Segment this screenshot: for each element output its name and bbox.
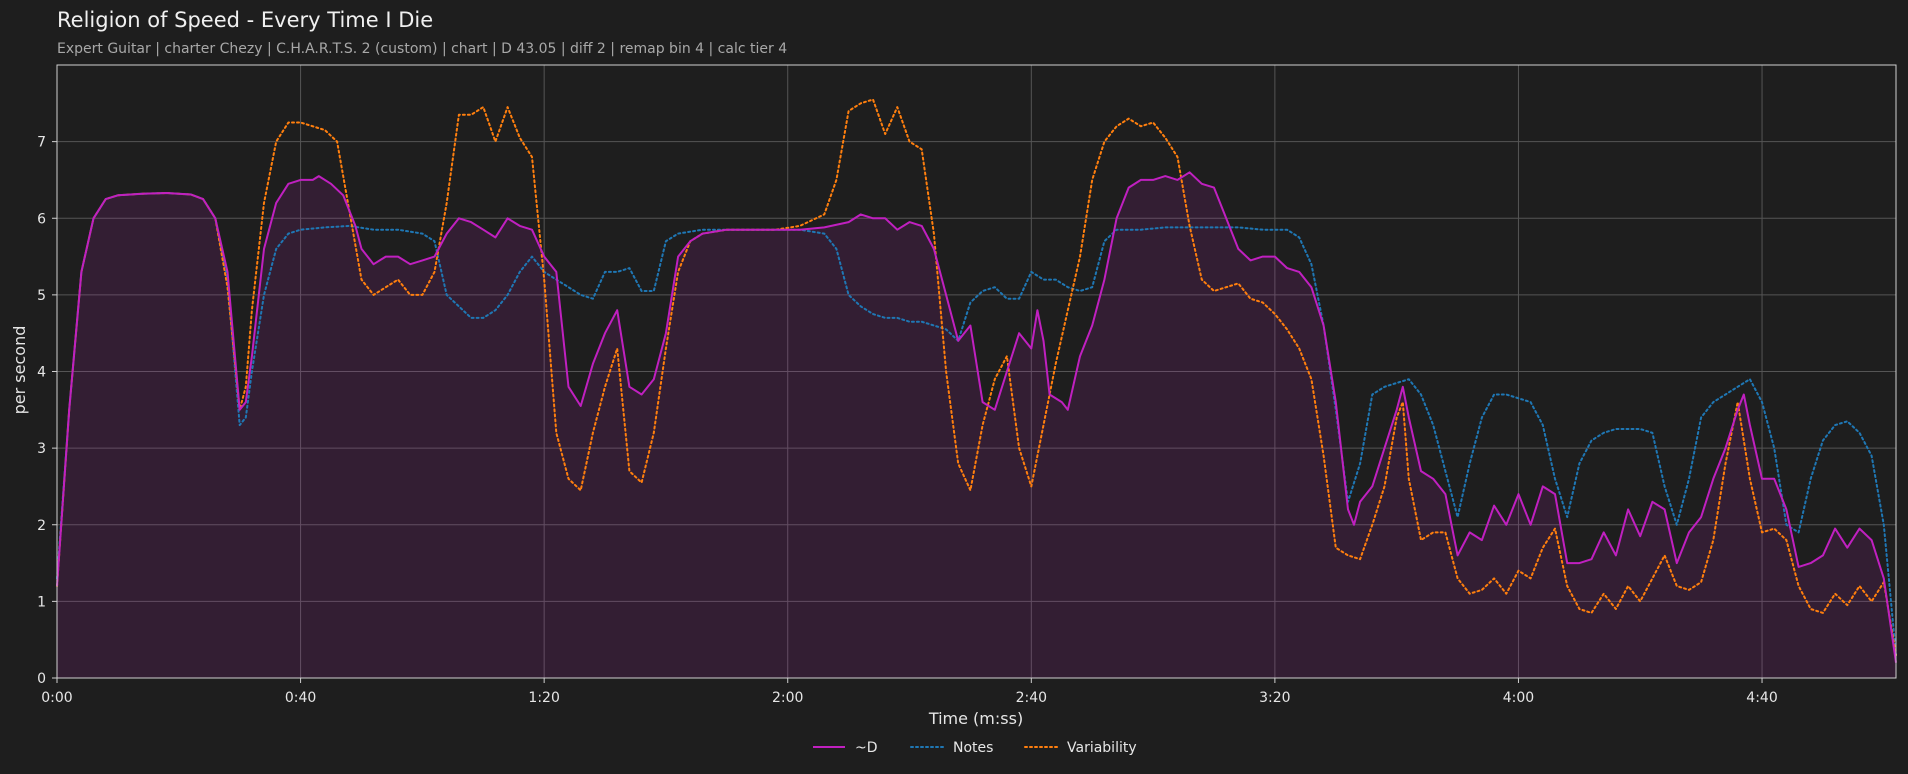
x-tick-label: 4:40 <box>1746 690 1777 706</box>
y-tick-label: 4 <box>37 365 46 381</box>
legend-label-1: Notes <box>953 740 993 756</box>
y-axis-ticks: 0 1 2 3 4 5 6 7 <box>37 135 57 687</box>
y-tick-label: 7 <box>37 135 46 151</box>
x-tick-label: 1:20 <box>528 690 559 706</box>
legend-label-2: Variability <box>1067 740 1137 756</box>
chart-svg: 0:00 0:40 1:20 2:00 2:40 3:20 4:00 4:40 0 1 2 3 4 5 6… <box>10 64 1897 756</box>
y-tick-label: 3 <box>37 441 46 457</box>
x-tick-label: 4:00 <box>1503 690 1534 706</box>
y-tick-label: 0 <box>37 671 46 687</box>
y-tick-label: 1 <box>37 594 46 610</box>
y-tick-label: 6 <box>37 211 46 227</box>
x-axis-ticks: 0:00 0:40 1:20 2:00 2:40 3:20 4:00 4:40 <box>41 678 1778 706</box>
x-axis-label: Time (m:ss) <box>928 709 1023 728</box>
y-tick-label: 2 <box>37 518 46 534</box>
legend-label-0: ~D <box>855 740 878 756</box>
y-tick-label: 5 <box>37 288 46 304</box>
chart-figure: Religion of Speed - Every Time I Die Exp… <box>0 0 1908 774</box>
x-tick-label: 2:40 <box>1016 690 1047 706</box>
x-tick-label: 0:00 <box>41 690 72 706</box>
x-tick-label: 3:20 <box>1259 690 1290 706</box>
x-tick-label: 0:40 <box>285 690 316 706</box>
legend: ~D Notes Variability <box>813 740 1137 756</box>
y-axis-label: per second <box>10 326 29 415</box>
x-tick-label: 2:00 <box>772 690 803 706</box>
